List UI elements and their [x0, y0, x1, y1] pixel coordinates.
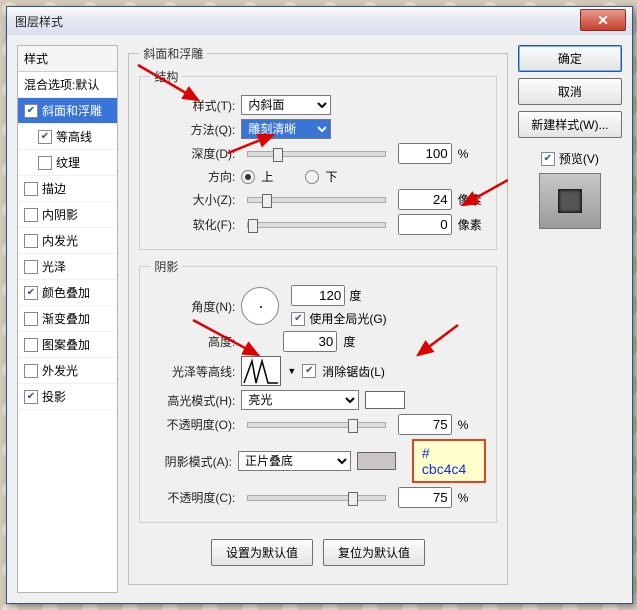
style-item[interactable]: 描边 — [18, 176, 117, 202]
color-note: # cbc4c4 — [412, 439, 486, 483]
style-checkbox[interactable] — [24, 390, 38, 404]
style-item[interactable]: 斜面和浮雕 — [18, 98, 117, 124]
style-checkbox[interactable] — [24, 312, 38, 326]
depth-slider[interactable] — [247, 151, 385, 157]
style-checkbox[interactable] — [24, 182, 38, 196]
bevel-group: 斜面和浮雕 结构 样式(T): 内斜面 方法(Q): 雕刻清晰 深度(D): %… — [128, 45, 507, 585]
style-select[interactable]: 内斜面 — [241, 95, 331, 115]
style-checkbox[interactable] — [24, 338, 38, 352]
style-label: 颜色叠加 — [42, 284, 90, 301]
shadow-color-swatch[interactable] — [357, 452, 395, 470]
style-checkbox[interactable] — [24, 364, 38, 378]
size-input[interactable] — [398, 189, 452, 210]
style-label: 渐变叠加 — [42, 310, 90, 327]
titlebar: 图层样式 ✕ — [7, 7, 632, 35]
technique-select[interactable]: 雕刻清晰 — [241, 119, 331, 139]
angle-dial[interactable] — [241, 287, 279, 325]
style-item[interactable]: 外发光 — [18, 358, 117, 384]
style-checkbox[interactable] — [38, 130, 52, 144]
highlight-opacity-input[interactable] — [398, 414, 452, 435]
style-checkbox[interactable] — [24, 208, 38, 222]
gloss-contour-picker[interactable] — [241, 356, 281, 386]
shadow-opacity-slider[interactable] — [247, 495, 385, 501]
style-item[interactable]: 等高线 — [18, 124, 117, 150]
depth-label: 深度(D): — [150, 145, 235, 162]
highlight-mode-label: 高光模式(H): — [150, 392, 235, 409]
shadow-opacity-label: 不透明度(C): — [150, 489, 235, 506]
close-icon: ✕ — [597, 12, 609, 29]
size-slider[interactable] — [247, 197, 385, 203]
style-checkbox[interactable] — [24, 234, 38, 248]
altitude-label: 高度: — [150, 333, 235, 350]
style-checkbox[interactable] — [24, 260, 38, 274]
gloss-contour-label: 光泽等高线: — [150, 363, 235, 380]
reset-default-button[interactable]: 复位为默认值 — [323, 539, 425, 566]
preview-checkbox[interactable] — [541, 152, 555, 166]
style-label: 投影 — [42, 388, 66, 405]
style-item[interactable]: 颜色叠加 — [18, 280, 117, 306]
dir-down-radio[interactable] — [305, 170, 319, 184]
style-label: 内发光 — [42, 232, 78, 249]
styles-panel: 样式 混合选项:默认 斜面和浮雕等高线纹理描边内阴影内发光光泽颜色叠加渐变叠加图… — [17, 45, 118, 593]
style-label: 斜面和浮雕 — [42, 102, 102, 119]
highlight-opacity-slider[interactable] — [247, 422, 385, 428]
soften-label: 软化(F): — [150, 216, 235, 233]
shading-group: 阴影 角度(N): 度 使用全局光(G) 高度: — [139, 258, 496, 523]
style-checkbox[interactable] — [38, 156, 52, 170]
style-item[interactable]: 内发光 — [18, 228, 117, 254]
style-label: 图案叠加 — [42, 336, 90, 353]
soften-slider[interactable] — [247, 222, 385, 228]
antialias-checkbox[interactable] — [302, 364, 316, 378]
direction-label: 方向: — [150, 168, 235, 185]
new-style-button[interactable]: 新建样式(W)... — [518, 111, 622, 138]
style-label: 样式(T): — [150, 97, 235, 114]
style-item[interactable]: 图案叠加 — [18, 332, 117, 358]
depth-input[interactable] — [398, 143, 452, 164]
global-light-checkbox[interactable] — [291, 312, 305, 326]
style-label: 光泽 — [42, 258, 66, 275]
style-item[interactable]: 渐变叠加 — [18, 306, 117, 332]
close-button[interactable]: ✕ — [580, 9, 626, 31]
preview-thumbnail — [539, 173, 601, 229]
dir-up-radio[interactable] — [241, 170, 255, 184]
technique-label: 方法(Q): — [150, 121, 235, 138]
cancel-button[interactable]: 取消 — [518, 78, 622, 105]
style-label: 描边 — [42, 180, 66, 197]
style-item[interactable]: 纹理 — [18, 150, 117, 176]
ok-button[interactable]: 确定 — [518, 45, 622, 72]
highlight-opacity-label: 不透明度(O): — [150, 416, 235, 433]
blend-options[interactable]: 混合选项:默认 — [18, 72, 117, 98]
style-item[interactable]: 投影 — [18, 384, 117, 410]
altitude-input[interactable] — [283, 331, 337, 352]
shadow-opacity-input[interactable] — [398, 487, 452, 508]
highlight-color-swatch[interactable] — [365, 391, 405, 409]
style-label: 纹理 — [56, 154, 80, 171]
structure-group: 结构 样式(T): 内斜面 方法(Q): 雕刻清晰 深度(D): % 方向: 上… — [139, 68, 496, 250]
shadow-mode-select[interactable]: 正片叠底 — [238, 451, 352, 471]
styles-header: 样式 — [18, 46, 117, 72]
style-label: 内阴影 — [42, 206, 78, 223]
highlight-mode-select[interactable]: 亮光 — [241, 390, 359, 410]
style-item[interactable]: 内阴影 — [18, 202, 117, 228]
angle-label: 角度(N): — [150, 298, 235, 315]
make-default-button[interactable]: 设置为默认值 — [211, 539, 313, 566]
style-checkbox[interactable] — [24, 104, 38, 118]
soften-input[interactable] — [398, 214, 452, 235]
style-label: 等高线 — [56, 128, 92, 145]
style-checkbox[interactable] — [24, 286, 38, 300]
style-item[interactable]: 光泽 — [18, 254, 117, 280]
shadow-mode-label: 阴影模式(A): — [150, 453, 232, 470]
style-label: 外发光 — [42, 362, 78, 379]
size-label: 大小(Z): — [150, 191, 235, 208]
window-title: 图层样式 — [15, 13, 63, 30]
angle-input[interactable] — [291, 285, 345, 306]
